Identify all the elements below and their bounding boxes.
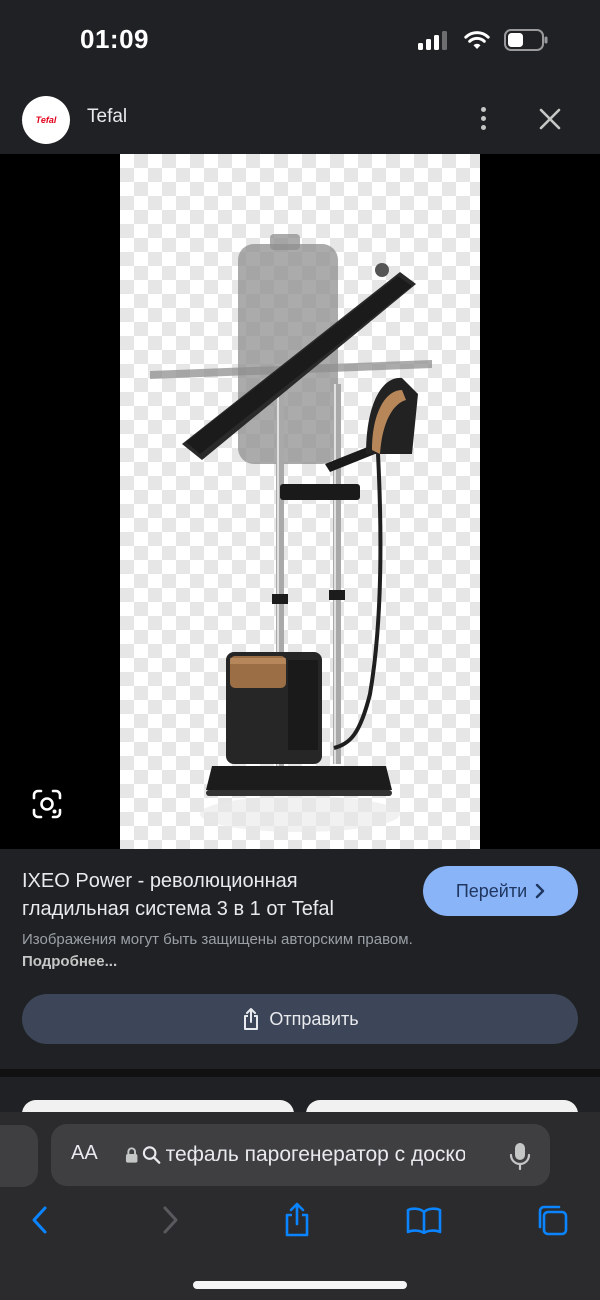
status-bar: 01:09 [0, 0, 600, 84]
share-label: Отправить [269, 1008, 359, 1029]
forward-button[interactable] [150, 1200, 190, 1240]
steamer-illustration [150, 234, 432, 832]
tabs-button[interactable] [532, 1200, 572, 1240]
result-info-panel: IXEO Power - революционная гладильная си… [0, 849, 600, 1069]
url-field[interactable]: тефаль парогенератор с доской [125, 1140, 465, 1170]
divider [0, 1069, 600, 1077]
wifi-icon [464, 31, 490, 49]
previous-tab-peek[interactable] [0, 1125, 38, 1187]
close-icon[interactable] [535, 104, 565, 134]
google-lens-icon[interactable] [30, 787, 64, 821]
share-button[interactable]: Отправить [22, 994, 578, 1044]
share-icon [285, 1202, 309, 1237]
forward-icon [163, 1206, 178, 1234]
bookmarks-icon [406, 1207, 442, 1234]
status-time: 01:09 [80, 24, 149, 54]
source-name[interactable]: Tefal [87, 106, 127, 128]
url-text: тефаль парогенератор с доской [165, 1143, 465, 1166]
share-page-button[interactable] [277, 1200, 317, 1240]
signal-icon [418, 31, 447, 50]
status-icons [418, 29, 548, 51]
learn-more-link[interactable]: Подробнее... [22, 953, 117, 970]
visit-button[interactable]: Перейти [423, 866, 578, 916]
home-indicator[interactable] [193, 1281, 407, 1289]
image-viewer [0, 154, 600, 849]
source-logo[interactable]: Tefal [22, 96, 70, 144]
aa-label: AA [71, 1142, 98, 1164]
browser-nav-row [0, 1200, 600, 1244]
share-icon [244, 1008, 259, 1030]
result-title[interactable]: IXEO Power - революционная гладильная си… [22, 867, 402, 923]
bookmarks-button[interactable] [404, 1200, 444, 1240]
source-logo-text: Tefal [35, 115, 57, 125]
browser-toolbar: AA тефаль парогенератор с доской [0, 1112, 600, 1300]
tabs-icon [538, 1205, 568, 1236]
search-icon [143, 1146, 161, 1164]
product-image[interactable] [120, 154, 480, 849]
related-images [0, 1077, 600, 1117]
mic-icon[interactable] [507, 1141, 533, 1171]
lock-icon [125, 1147, 138, 1163]
back-icon [32, 1206, 47, 1234]
copyright-text: Изображения могут быть защищены авторски… [22, 931, 413, 948]
address-bar[interactable]: AA тефаль парогенератор с доской [51, 1124, 550, 1186]
more-vert-icon[interactable] [470, 102, 496, 134]
chevron-right-icon [535, 883, 545, 899]
visit-label: Перейти [455, 880, 528, 901]
source-header: Tefal Tefal [0, 84, 600, 154]
battery-icon [504, 29, 548, 51]
reader-aa-button[interactable]: AA [71, 1142, 98, 1165]
back-button[interactable] [20, 1200, 60, 1240]
copyright-notice: Изображения могут быть защищены авторски… [22, 929, 422, 973]
